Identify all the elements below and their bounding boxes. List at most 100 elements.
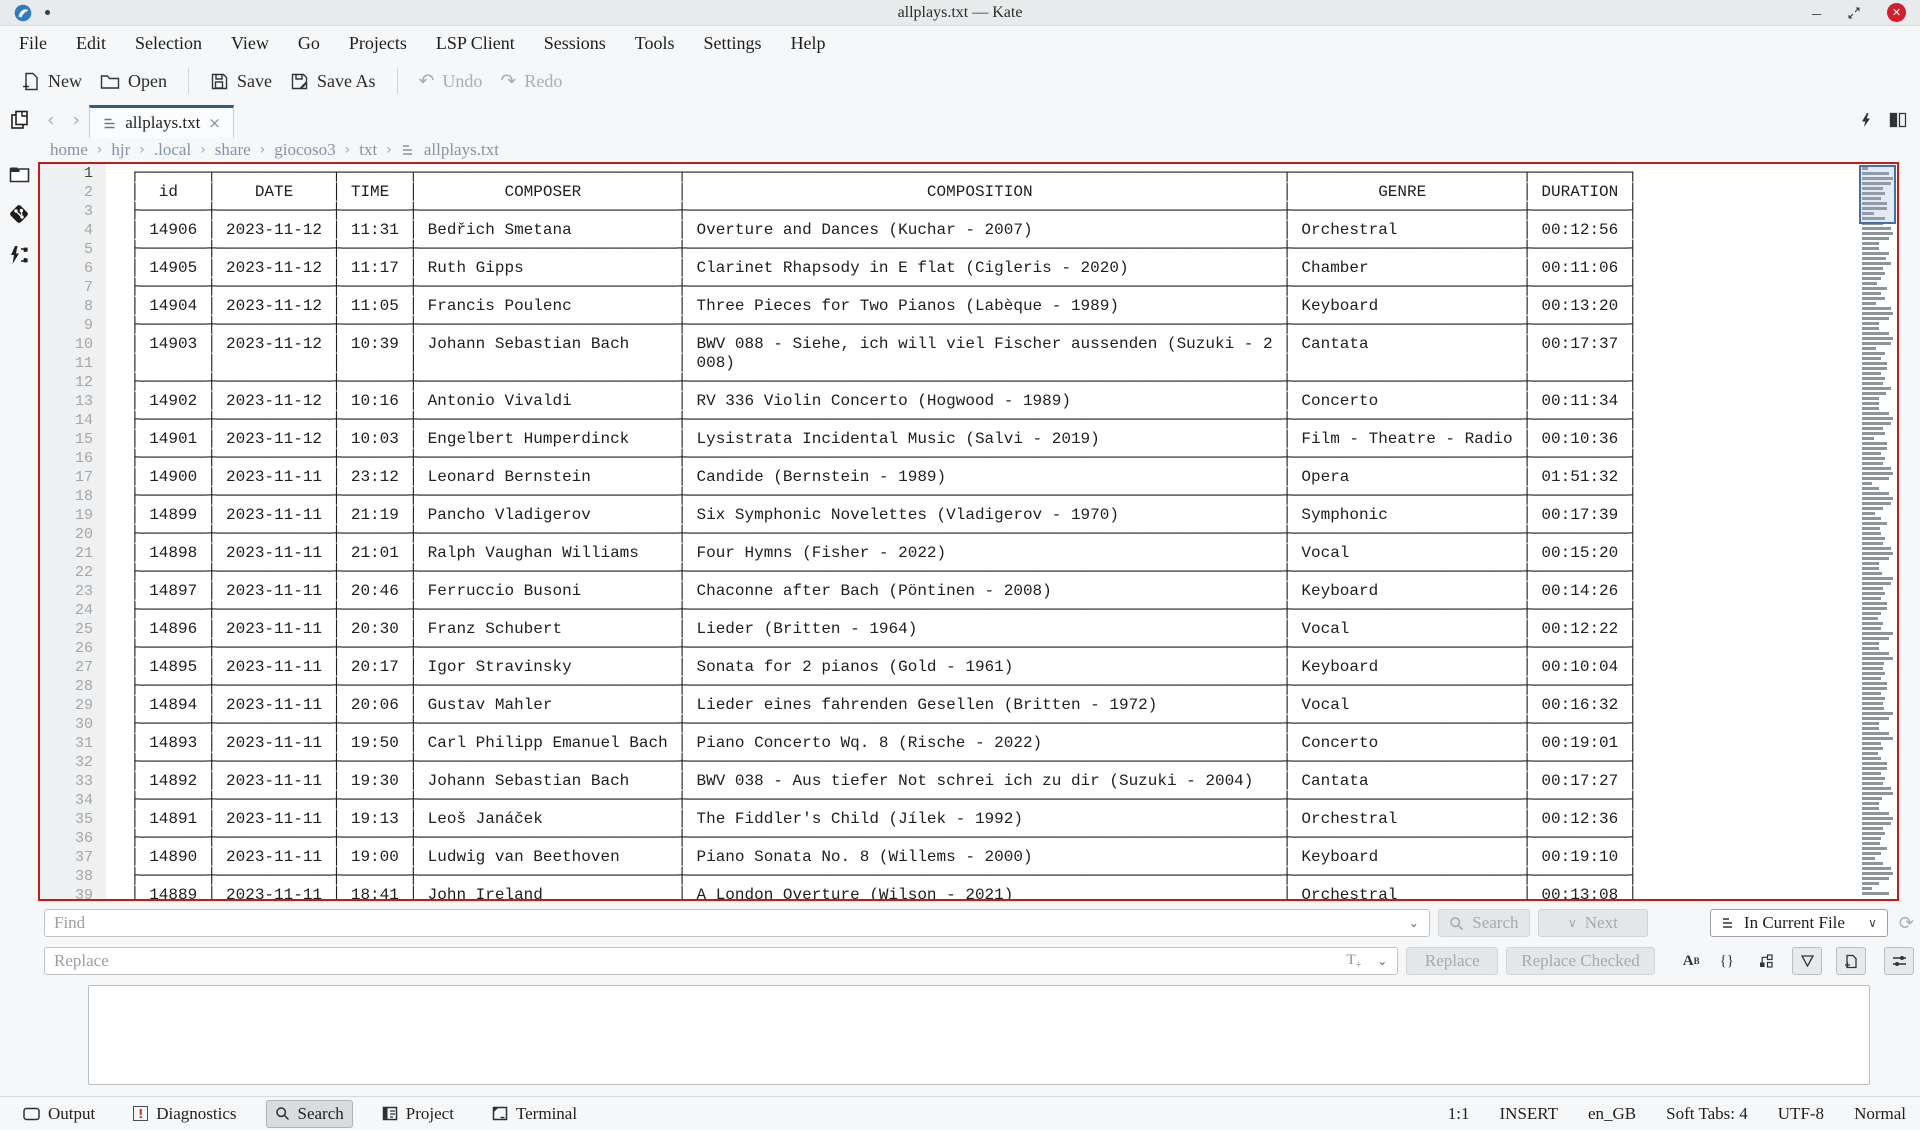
editor-line[interactable]: 20├───────┼────────────┼───────┼────────…: [40, 525, 1897, 544]
split-view-icon[interactable]: [1889, 112, 1907, 128]
editor-line[interactable]: 9├───────┼────────────┼───────┼─────────…: [40, 316, 1897, 335]
editor-line[interactable]: 39│ 14889 │ 2023-11-11 │ 18:41 │ John Ir…: [40, 886, 1897, 901]
menu-item-sessions[interactable]: Sessions: [544, 33, 606, 54]
save-as-button[interactable]: Save As: [281, 71, 385, 92]
breadcrumb-segment-giocoso3[interactable]: giocoso3: [274, 140, 335, 160]
restore-button[interactable]: [1847, 6, 1861, 20]
find-input[interactable]: [45, 913, 1429, 933]
close-button[interactable]: ✕: [1887, 3, 1906, 22]
editor-line[interactable]: 14├───────┼────────────┼───────┼────────…: [40, 411, 1897, 430]
breadcrumb-segment-txt[interactable]: txt: [359, 140, 377, 160]
editor-line[interactable]: 37│ 14890 │ 2023-11-11 │ 19:00 │ Ludwig …: [40, 848, 1897, 867]
match-case-toggle[interactable]: AB: [1683, 953, 1700, 970]
menu-item-tools[interactable]: Tools: [635, 33, 675, 54]
breadcrumb-file[interactable]: allplays.txt: [424, 140, 499, 160]
insert-placeholder-icon[interactable]: T+: [1346, 952, 1361, 971]
tab-close-icon[interactable]: ×: [208, 114, 221, 132]
search-button[interactable]: Search: [1438, 909, 1530, 937]
highlighting-mode[interactable]: Normal: [1854, 1104, 1906, 1124]
cursor-position[interactable]: 1:1: [1448, 1104, 1470, 1124]
editor-line[interactable]: 33│ 14892 │ 2023-11-11 │ 19:30 │ Johann …: [40, 772, 1897, 791]
documents-sidebar-button[interactable]: [0, 109, 38, 131]
editor-line[interactable]: 8│ 14904 │ 2023-11-12 │ 11:05 │ Francis …: [40, 297, 1897, 316]
input-mode[interactable]: INSERT: [1500, 1104, 1558, 1124]
menu-item-lsp-client[interactable]: LSP Client: [436, 33, 515, 54]
minimap-viewport[interactable]: [1859, 165, 1896, 224]
diagnostics-toolview-button[interactable]: ! Diagnostics: [124, 1100, 245, 1128]
editor-line[interactable]: 7├───────┼────────────┼───────┼─────────…: [40, 278, 1897, 297]
dictionary[interactable]: en_GB: [1588, 1104, 1636, 1124]
breadcrumb-segment-share[interactable]: share: [215, 140, 251, 160]
new-button[interactable]: New: [12, 71, 91, 92]
breadcrumb-segment-home[interactable]: home: [50, 140, 88, 160]
editor-line[interactable]: 19│ 14899 │ 2023-11-11 │ 21:19 │ Pancho …: [40, 506, 1897, 525]
editor-line[interactable]: 21│ 14898 │ 2023-11-11 │ 21:01 │ Ralph V…: [40, 544, 1897, 563]
editor-line[interactable]: 31│ 14893 │ 2023-11-11 │ 19:50 │ Carl Ph…: [40, 734, 1897, 753]
editor-line[interactable]: 32├───────┼────────────┼───────┼────────…: [40, 753, 1897, 772]
open-button[interactable]: Open: [91, 71, 176, 92]
editor-line[interactable]: 11│ │ │ │ │ 008) │ │ │: [40, 354, 1897, 373]
editor-view[interactable]: 1┌───────┬────────────┬───────┬─────────…: [38, 162, 1899, 901]
editor-text-area[interactable]: 1┌───────┬────────────┬───────┬─────────…: [40, 164, 1897, 899]
editor-line[interactable]: 13│ 14902 │ 2023-11-12 │ 10:16 │ Antonio…: [40, 392, 1897, 411]
new-search-tab-button[interactable]: [1836, 947, 1866, 975]
menu-item-file[interactable]: File: [19, 33, 47, 54]
next-button[interactable]: ∨ Next: [1538, 909, 1648, 937]
filesystem-browser-icon[interactable]: [9, 165, 30, 183]
git-icon[interactable]: [7, 202, 31, 226]
tab-allplays[interactable]: allplays.txt ×: [89, 105, 234, 138]
chevron-down-icon[interactable]: ⌄: [1377, 954, 1387, 968]
editor-line[interactable]: 15│ 14901 │ 2023-11-12 │ 10:03 │ Engelbe…: [40, 430, 1897, 449]
editor-line[interactable]: 27│ 14895 │ 2023-11-11 │ 20:17 │ Igor St…: [40, 658, 1897, 677]
back-button[interactable]: ‹: [38, 109, 64, 131]
save-button[interactable]: Save: [201, 71, 281, 92]
search-options-button[interactable]: [1884, 947, 1914, 975]
editor-line[interactable]: 35│ 14891 │ 2023-11-11 │ 19:13 │ Leoš Ja…: [40, 810, 1897, 829]
menu-item-help[interactable]: Help: [791, 33, 826, 54]
editor-line[interactable]: 26├───────┼────────────┼───────┼────────…: [40, 639, 1897, 658]
minimap-scrollbar[interactable]: [1859, 164, 1897, 899]
breadcrumb-segment-local[interactable]: .local: [154, 140, 191, 160]
encoding[interactable]: UTF-8: [1778, 1104, 1824, 1124]
editor-line[interactable]: 1┌───────┬────────────┬───────┬─────────…: [40, 164, 1897, 183]
menu-item-projects[interactable]: Projects: [349, 33, 407, 54]
editor-line[interactable]: 28├───────┼────────────┼───────┼────────…: [40, 677, 1897, 696]
editor-line[interactable]: 6│ 14905 │ 2023-11-12 │ 11:17 │ Ruth Gip…: [40, 259, 1897, 278]
search-scope-dropdown[interactable]: In Current File ∨: [1710, 909, 1888, 937]
menu-item-selection[interactable]: Selection: [135, 33, 202, 54]
editor-line[interactable]: 23│ 14897 │ 2023-11-11 │ 20:46 │ Ferrucc…: [40, 582, 1897, 601]
lsp-symbols-icon[interactable]: [8, 245, 30, 265]
editor-line[interactable]: 34├───────┼────────────┼───────┼────────…: [40, 791, 1897, 810]
editor-line[interactable]: 16├───────┼────────────┼───────┼────────…: [40, 449, 1897, 468]
menu-item-edit[interactable]: Edit: [76, 33, 106, 54]
editor-line[interactable]: 25│ 14896 │ 2023-11-11 │ 20:30 │ Franz S…: [40, 620, 1897, 639]
editor-line[interactable]: 29│ 14894 │ 2023-11-11 │ 20:06 │ Gustav …: [40, 696, 1897, 715]
editor-line[interactable]: 10│ 14903 │ 2023-11-12 │ 10:39 │ Johann …: [40, 335, 1897, 354]
menu-item-go[interactable]: Go: [298, 33, 320, 54]
undo-button[interactable]: ↶ Undo: [410, 70, 492, 92]
menu-item-settings[interactable]: Settings: [704, 33, 762, 54]
editor-line[interactable]: 4│ 14906 │ 2023-11-12 │ 11:31 │ Bedřich …: [40, 221, 1897, 240]
editor-line[interactable]: 3├───────┼────────────┼───────┼─────────…: [40, 202, 1897, 221]
editor-line[interactable]: 30├───────┼────────────┼───────┼────────…: [40, 715, 1897, 734]
editor-line[interactable]: 38├───────┼────────────┼───────┼────────…: [40, 867, 1897, 886]
editor-line[interactable]: 24├───────┼────────────┼───────┼────────…: [40, 601, 1897, 620]
editor-line[interactable]: 12├───────┼────────────┼───────┼────────…: [40, 373, 1897, 392]
replace-input[interactable]: [45, 951, 1397, 971]
editor-line[interactable]: 17│ 14900 │ 2023-11-11 │ 23:12 │ Leonard…: [40, 468, 1897, 487]
forward-button[interactable]: ›: [64, 109, 90, 131]
menu-item-view[interactable]: View: [231, 33, 269, 54]
editor-line[interactable]: 18├───────┼────────────┼───────┼────────…: [40, 487, 1897, 506]
editor-line[interactable]: 2│ id │ DATE │ TIME │ COMPOSER │ COMPOSI…: [40, 183, 1897, 202]
minimize-button[interactable]: –: [1812, 8, 1821, 18]
output-toolview-button[interactable]: Output: [14, 1100, 104, 1128]
refresh-icon[interactable]: ⟳: [1899, 913, 1914, 934]
tab-settings[interactable]: Soft Tabs: 4: [1666, 1104, 1748, 1124]
expand-results-toggle[interactable]: [1758, 953, 1774, 969]
regex-toggle[interactable]: {}: [1720, 953, 1734, 970]
redo-button[interactable]: ↷ Redo: [491, 70, 571, 92]
project-toolview-button[interactable]: Project: [373, 1100, 463, 1128]
replace-checked-button[interactable]: Replace Checked: [1506, 947, 1654, 975]
editor-line[interactable]: 36├───────┼────────────┼───────┼────────…: [40, 829, 1897, 848]
chevron-down-icon[interactable]: ⌄: [1409, 916, 1419, 930]
